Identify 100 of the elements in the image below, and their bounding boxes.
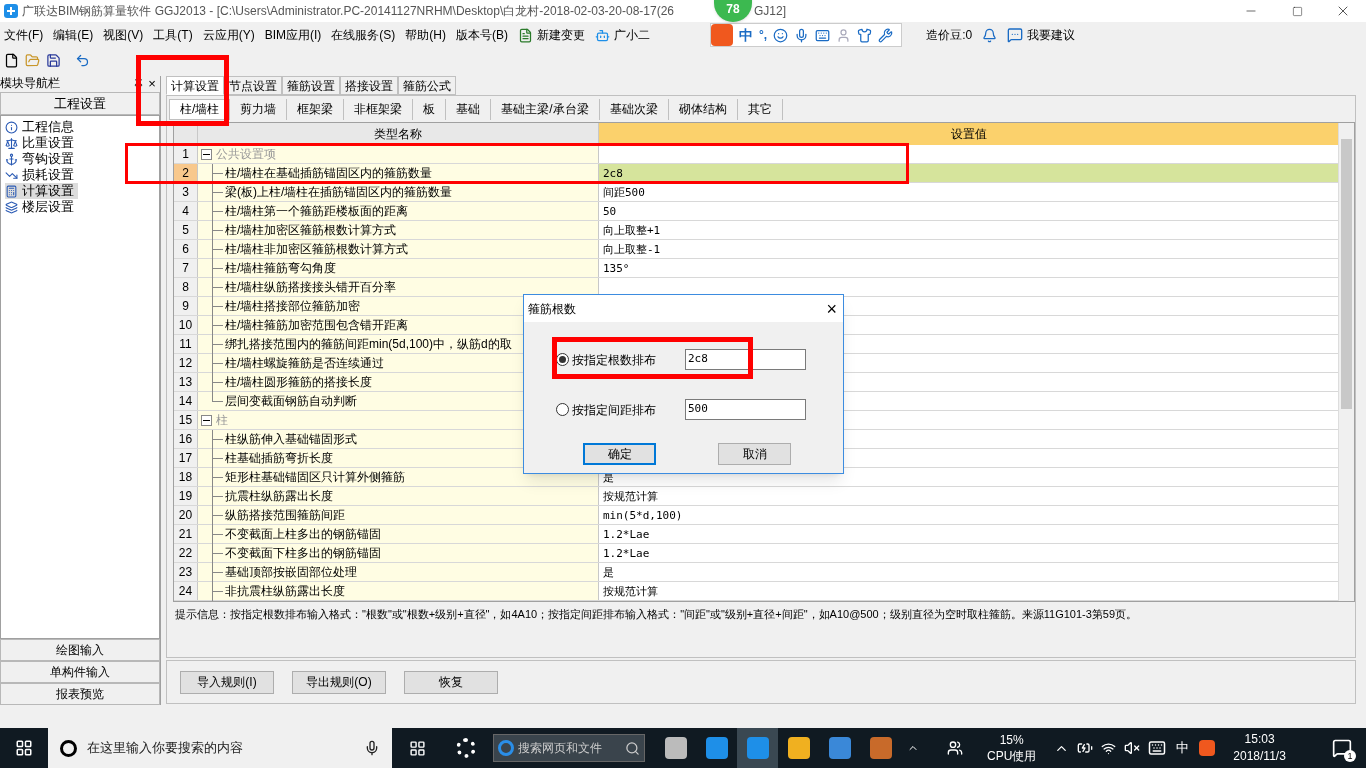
taskbar-search-field[interactable]: 在这里输入你要搜索的内容 bbox=[48, 728, 392, 768]
sub-tab[interactable]: 框架梁 bbox=[287, 98, 345, 120]
radio-button[interactable] bbox=[556, 403, 569, 416]
action-button[interactable]: 恢复 bbox=[404, 670, 498, 694]
setting-name: 柱/墙柱箍筋弯勾角度 bbox=[225, 260, 337, 277]
setting-value[interactable]: 按规范计算 bbox=[603, 585, 658, 598]
dialog-close-button[interactable]: × bbox=[826, 299, 837, 318]
module-button[interactable]: 绘图输入 bbox=[0, 639, 160, 661]
ime-mode[interactable]: 中 bbox=[739, 24, 753, 46]
microphone-icon[interactable] bbox=[364, 740, 380, 756]
menu-item[interactable]: 文件(F) bbox=[4, 26, 44, 44]
collapse-toggle[interactable] bbox=[201, 148, 212, 160]
menu-item[interactable]: 版本号(B) bbox=[456, 26, 508, 44]
dialog-button[interactable]: 取消 bbox=[718, 443, 791, 465]
panel-close-button[interactable]: × bbox=[144, 76, 160, 90]
keyboard-icon[interactable] bbox=[1148, 739, 1167, 757]
sub-tab[interactable]: 砌体结构 bbox=[668, 98, 738, 120]
action-button[interactable]: 导入规则(I) bbox=[180, 670, 274, 694]
sub-tab[interactable]: 基础次梁 bbox=[599, 98, 669, 120]
scrollbar[interactable] bbox=[1338, 123, 1354, 601]
tab[interactable]: 搭接设置 bbox=[340, 76, 398, 95]
tab[interactable]: 箍筋公式 bbox=[398, 76, 456, 95]
setting-value[interactable]: 1.2*Lae bbox=[603, 528, 650, 541]
sub-tab[interactable]: 板 bbox=[413, 98, 447, 120]
input-field[interactable]: 2c8 bbox=[685, 349, 806, 370]
input-language[interactable]: 中 bbox=[1176, 738, 1190, 758]
row-number: 14 bbox=[174, 392, 198, 410]
ime-logo-icon[interactable] bbox=[1199, 740, 1216, 756]
nav-item[interactable]: 楼层设置 bbox=[5, 199, 78, 215]
row-number: 16 bbox=[174, 430, 198, 448]
tab[interactable]: 箍筋设置 bbox=[282, 76, 340, 95]
nav-item[interactable]: 损耗设置 bbox=[5, 167, 78, 183]
score-badge: 78 bbox=[714, 0, 752, 22]
nav-item[interactable]: 工程信息 bbox=[5, 119, 78, 135]
ime-punctuation[interactable]: °, bbox=[759, 26, 768, 44]
app-icon bbox=[705, 737, 728, 759]
nav-item[interactable]: 计算设置 bbox=[5, 183, 78, 199]
notification-icon[interactable] bbox=[1332, 738, 1352, 758]
nav-item[interactable]: 弯钩设置 bbox=[5, 151, 78, 167]
nav-item[interactable]: 比重设置 bbox=[5, 135, 78, 151]
setting-value[interactable]: 135° bbox=[603, 262, 630, 275]
module-button[interactable]: 单构件输入 bbox=[0, 661, 160, 683]
menu-item[interactable]: 视图(V) bbox=[103, 26, 144, 44]
section-header[interactable]: 工程设置 bbox=[0, 92, 160, 115]
pinwheel-icon[interactable] bbox=[456, 738, 476, 758]
emoji-icon[interactable] bbox=[773, 27, 789, 43]
setting-value[interactable]: 向上取整-1 bbox=[603, 243, 661, 256]
dialog-button[interactable]: 确定 bbox=[583, 443, 656, 465]
save-icon[interactable] bbox=[46, 53, 61, 68]
menu-item[interactable]: 广小二 bbox=[614, 26, 650, 44]
search-icon bbox=[625, 740, 640, 756]
menu-item[interactable]: 云应用(Y) bbox=[202, 26, 255, 44]
setting-value[interactable]: 间距500 bbox=[603, 186, 645, 199]
sub-tab[interactable]: 基础 bbox=[446, 98, 492, 120]
windows-start-icon[interactable] bbox=[15, 739, 33, 757]
task-view-icon[interactable] bbox=[409, 739, 426, 757]
setting-value[interactable]: min(5*d,100) bbox=[603, 509, 683, 522]
setting-value[interactable]: 向上取整+1 bbox=[603, 224, 661, 237]
menu-item[interactable]: 新建变更 bbox=[537, 26, 585, 44]
sub-tab[interactable]: 其它 bbox=[737, 98, 783, 120]
browser-search-field[interactable]: 搜索网页和文件 bbox=[493, 734, 645, 762]
input-field[interactable]: 500 bbox=[685, 399, 806, 420]
people-icon[interactable] bbox=[947, 740, 963, 756]
collapse-toggle[interactable] bbox=[201, 414, 212, 426]
setting-name: 抗震柱纵筋露出长度 bbox=[225, 488, 333, 505]
module-button[interactable]: 报表预览 bbox=[0, 683, 160, 705]
menu-item[interactable]: BIM应用(I) bbox=[264, 26, 322, 44]
info-icon bbox=[5, 120, 18, 134]
sub-tab[interactable]: 剪力墙 bbox=[230, 98, 288, 120]
sub-tab[interactable]: 非框架梁 bbox=[344, 98, 414, 120]
app-logo-icon bbox=[4, 4, 18, 18]
volume-muted-icon[interactable] bbox=[1124, 740, 1141, 756]
setting-value[interactable]: 是 bbox=[603, 566, 614, 579]
radio-label[interactable]: 按指定根数排布 bbox=[572, 350, 685, 369]
undo-icon[interactable] bbox=[75, 53, 90, 68]
calculator-icon bbox=[5, 184, 18, 198]
setting-value[interactable]: 按规范计算 bbox=[603, 490, 658, 503]
menu-item[interactable]: 在线服务(S) bbox=[331, 26, 396, 44]
tab[interactable]: 计算设置 bbox=[166, 76, 224, 95]
feedback-link[interactable]: 我要建议 bbox=[1027, 26, 1076, 44]
menu-item[interactable]: 工具(T) bbox=[153, 26, 193, 44]
action-button[interactable]: 导出规则(O) bbox=[292, 670, 386, 694]
sub-tab[interactable]: 柱/墙柱 bbox=[169, 98, 231, 120]
bell-icon[interactable] bbox=[982, 27, 998, 43]
sub-tab[interactable]: 基础主梁/承台梁 bbox=[491, 98, 600, 120]
new-file-icon[interactable] bbox=[4, 53, 19, 68]
row-number: 8 bbox=[174, 278, 198, 296]
battery-icon[interactable] bbox=[1077, 740, 1094, 756]
menu-item[interactable]: 帮助(H) bbox=[405, 26, 446, 44]
shirt-icon[interactable] bbox=[857, 27, 873, 43]
browser-icon bbox=[498, 740, 514, 756]
wifi-icon[interactable] bbox=[1101, 740, 1117, 756]
setting-value[interactable]: 2c8 bbox=[603, 167, 623, 180]
menu-item[interactable]: 编辑(E) bbox=[53, 26, 94, 44]
pin-icon[interactable] bbox=[133, 77, 144, 89]
layers-icon bbox=[5, 200, 18, 214]
setting-value[interactable]: 50 bbox=[603, 205, 617, 218]
wrench-icon[interactable] bbox=[878, 27, 894, 43]
setting-value[interactable]: 1.2*Lae bbox=[603, 547, 650, 560]
radio-label[interactable]: 按指定间距排布 bbox=[572, 400, 685, 419]
